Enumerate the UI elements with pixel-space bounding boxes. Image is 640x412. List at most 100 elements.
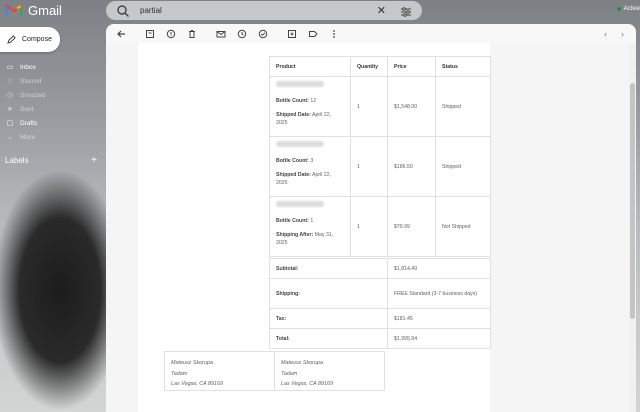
add-label-icon[interactable]: +	[91, 155, 97, 166]
product-cell: Bottle Count: 12 Shipped Date: April 22,…	[269, 76, 351, 137]
scrollbar-thumb[interactable]	[630, 83, 635, 319]
gmail-logo[interactable]: Gmail	[6, 3, 62, 18]
tune-icon[interactable]	[400, 5, 412, 17]
address-company: Tadam	[281, 370, 298, 377]
total-label: Shipping:	[269, 278, 388, 309]
column-header-quantity: Quantity	[350, 56, 388, 77]
star-icon: ☆	[6, 78, 14, 85]
attribute-label: Bottle Count:	[276, 97, 309, 104]
sidebar-item-starred[interactable]: ☆ Starred	[0, 74, 100, 88]
inbox-icon: ▭	[6, 64, 14, 71]
compose-button[interactable]: Compose	[0, 27, 60, 52]
billing-address: Mateusz Skorupa Tadam Las Vegas, CA 8916…	[164, 351, 275, 391]
search-input[interactable]: partial	[140, 6, 377, 15]
address-city: Las Vegas, CA 89169	[171, 381, 224, 387]
redacted-product-name	[276, 80, 324, 87]
attribute-label: Shipping After:	[276, 231, 314, 238]
total-value: $1,995.94	[387, 328, 491, 349]
tax-row: Tax: $181.45	[269, 308, 491, 329]
clock-icon: ◷	[6, 92, 14, 99]
quantity-cell: 1	[350, 76, 388, 137]
sidebar-item-label: Drafts	[20, 119, 38, 127]
product-attribute: Bottle Count: 3	[276, 157, 344, 165]
search-icon[interactable]	[116, 4, 130, 18]
attribute-value: 12	[310, 97, 317, 104]
status-cell: Shipped	[435, 76, 491, 137]
sidebar-item-sent[interactable]: ➤ Sent	[0, 102, 100, 116]
email-toolbar: ‹ ›	[106, 24, 636, 43]
attribute-value: 3	[310, 157, 314, 164]
redacted-product-name	[276, 140, 324, 147]
scrollbar[interactable]	[629, 43, 636, 412]
attribute-label: Bottle Count:	[276, 217, 309, 224]
product-attribute: Shipped Date: April 22, 2025	[276, 171, 344, 187]
column-header-price: Price	[387, 56, 436, 77]
sidebar-item-more[interactable]: ⌄ More	[0, 130, 100, 144]
label-icon[interactable]	[305, 26, 321, 42]
quantity-cell: 1	[350, 196, 388, 257]
address-name: Mateusz Skorupa	[171, 360, 213, 366]
draft-icon: ▢	[6, 120, 14, 127]
quantity-cell: 1	[350, 136, 388, 197]
column-header-status: Status	[435, 56, 491, 77]
address-company: Tadam	[171, 370, 188, 377]
shipping-row: Shipping: FREE Standard (3-7 business da…	[269, 278, 491, 309]
shipping-address: Mateusz Skorupa Tadam Las Vegas, CA 8916…	[274, 351, 385, 391]
total-value: $181.45	[387, 308, 491, 329]
price-cell: $79.99	[387, 196, 436, 257]
product-attribute: Bottle Count: 12	[276, 97, 344, 105]
status-dot-icon	[616, 7, 621, 11]
archive-icon[interactable]	[142, 26, 158, 42]
back-arrow-icon[interactable]	[113, 26, 129, 42]
add-task-icon[interactable]	[255, 26, 271, 42]
table-row: Bottle Count: 3 Shipped Date: April 22, …	[269, 136, 491, 197]
delete-icon[interactable]	[184, 26, 200, 42]
attribute-label: Shipped Date:	[276, 171, 311, 178]
grand-total-row: Total: $1,995.94	[269, 328, 491, 349]
sidebar-item-snoozed[interactable]: ◷ Snoozed	[0, 88, 100, 102]
mark-unread-icon[interactable]	[213, 26, 229, 42]
status-cell: Shipped	[435, 136, 491, 197]
total-label: Tax:	[269, 308, 388, 329]
address-name: Mateusz Skorupa	[281, 360, 323, 366]
search-bar[interactable]: partial ✕	[106, 1, 422, 20]
total-value: FREE Standard (3-7 business days)	[387, 278, 491, 309]
sidebar-item-label: More	[20, 133, 35, 141]
subtotal-row: Subtotal: $1,814.49	[269, 258, 491, 279]
attribute-label: Shipped Date:	[276, 111, 311, 118]
move-to-icon[interactable]	[284, 26, 300, 42]
sidebar-nav: ▭ Inbox ☆ Starred ◷ Snoozed ➤ Sent ▢ Dra…	[0, 60, 100, 144]
status-label: Active	[623, 6, 640, 12]
report-spam-icon[interactable]	[163, 26, 179, 42]
pencil-icon	[7, 31, 16, 49]
attribute-label: Bottle Count:	[276, 157, 309, 164]
sidebar-item-inbox[interactable]: ▭ Inbox	[0, 60, 100, 74]
send-icon: ➤	[7, 106, 13, 113]
product-attribute: Shipping After: May 31, 2025	[276, 231, 344, 247]
column-header-product: Product	[269, 56, 351, 77]
product-cell: Bottle Count: 3 Shipped Date: April 22, …	[269, 136, 351, 197]
redacted-product-name	[276, 200, 324, 207]
sidebar-item-label: Starred	[20, 77, 42, 85]
more-options-icon[interactable]	[326, 26, 342, 42]
chevron-left-icon[interactable]: ‹	[604, 29, 607, 39]
total-value: $1,814.49	[387, 258, 491, 279]
table-row: Bottle Count: 1 Shipping After: May 31, …	[269, 196, 491, 257]
chevron-right-icon[interactable]: ›	[621, 29, 624, 39]
order-table: Product Quantity Price Status Bottle Cou…	[269, 56, 491, 349]
sidebar-item-label: Inbox	[20, 63, 36, 71]
sidebar-item-label: Snoozed	[20, 91, 46, 99]
address-table: Mateusz Skorupa Tadam Las Vegas, CA 8916…	[164, 351, 385, 391]
table-header-row: Product Quantity Price Status	[269, 56, 491, 77]
pagination: ‹ ›	[604, 29, 624, 39]
status-cell: Not Shipped	[435, 196, 491, 257]
sidebar-item-drafts[interactable]: ▢ Drafts	[0, 116, 100, 130]
product-attribute: Bottle Count: 1	[276, 217, 344, 225]
snooze-icon[interactable]	[234, 26, 250, 42]
close-icon[interactable]: ✕	[377, 4, 386, 17]
labels-heading: Labels	[5, 156, 29, 165]
compose-label: Compose	[22, 36, 52, 43]
sidebar-item-label: Sent	[20, 105, 34, 113]
gmail-m-icon	[6, 4, 22, 17]
status-indicator[interactable]: Active	[616, 6, 640, 12]
